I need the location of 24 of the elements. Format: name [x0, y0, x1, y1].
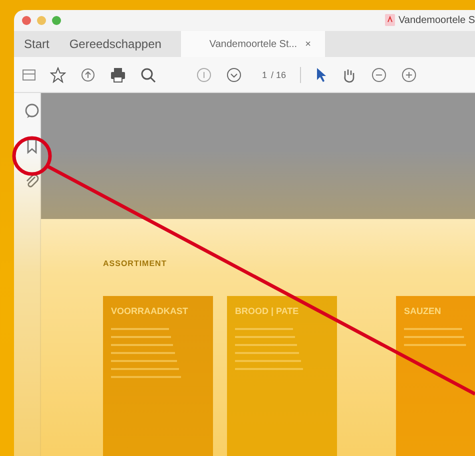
zoom-out-icon[interactable] — [371, 66, 388, 83]
document-icon — [385, 14, 396, 26]
window-title: Vandemoortele S — [398, 14, 475, 26]
card-title: SAUZEN — [404, 306, 442, 316]
up-icon[interactable] — [196, 66, 212, 83]
zoom-in-icon[interactable] — [401, 66, 418, 83]
page-heading: ASSORTIMENT — [103, 259, 168, 268]
down-icon[interactable] — [226, 66, 242, 83]
close-button[interactable] — [22, 16, 31, 25]
zoom-button[interactable] — [52, 16, 61, 25]
comment-icon[interactable] — [24, 103, 40, 119]
star-icon[interactable] — [50, 66, 66, 83]
tab[interactable]: Vandemoortele St... × — [181, 30, 325, 58]
page-total: / 16 — [271, 70, 286, 80]
cloud-upload-icon[interactable] — [80, 66, 96, 83]
annotation-circle — [12, 136, 52, 176]
panel-icon[interactable] — [22, 68, 36, 82]
paperclip-icon[interactable] — [24, 173, 40, 189]
card-title: BROOD | PATE — [235, 306, 300, 316]
page-field[interactable]: 1 — [262, 70, 268, 80]
search-icon[interactable] — [140, 66, 156, 83]
cursor-icon[interactable] — [315, 66, 328, 83]
card-title: VOORRAADKAST — [111, 306, 190, 316]
print-icon[interactable] — [110, 66, 126, 83]
